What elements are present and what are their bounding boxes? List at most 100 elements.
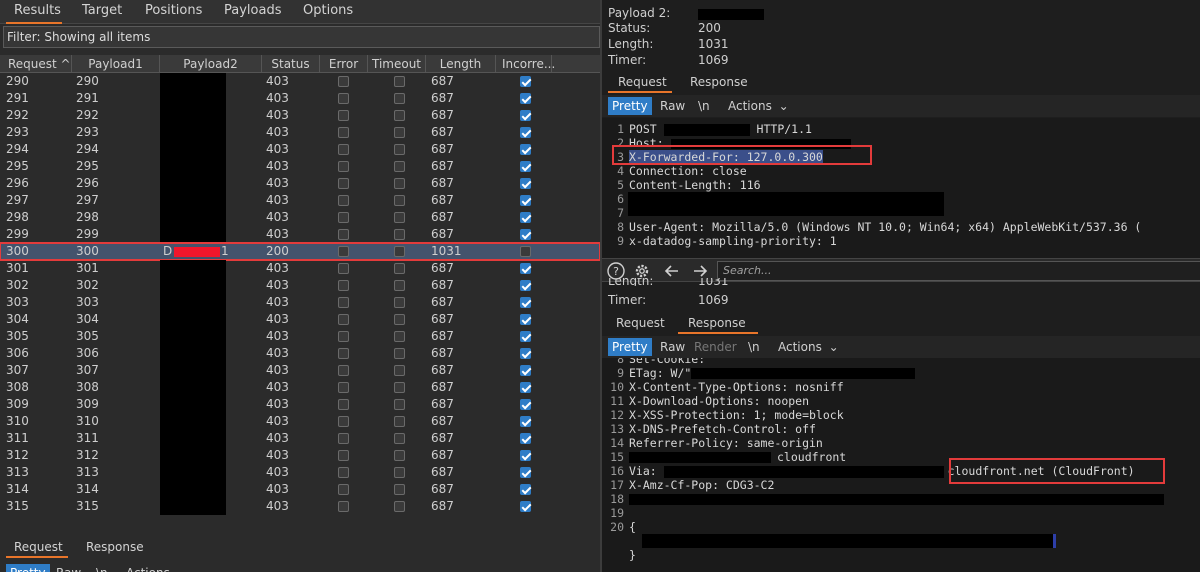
incorrect-checkbox[interactable]	[520, 382, 531, 393]
table-row[interactable]: 311 311 403 687	[0, 430, 600, 447]
error-checkbox[interactable]	[338, 348, 349, 359]
timeout-checkbox[interactable]	[394, 144, 405, 155]
error-checkbox[interactable]	[338, 501, 349, 512]
table-row[interactable]: 302 302 403 687	[0, 277, 600, 294]
timeout-checkbox[interactable]	[394, 110, 405, 121]
timeout-checkbox[interactable]	[394, 382, 405, 393]
request-pretty-button[interactable]: Pretty	[608, 97, 652, 115]
table-row[interactable]: 303 303 403 687	[0, 294, 600, 311]
timeout-checkbox[interactable]	[394, 433, 405, 444]
column-status[interactable]: Status	[262, 55, 320, 73]
table-row[interactable]: 294 294 403 687	[0, 141, 600, 158]
table-row[interactable]: 295 295 403 687	[0, 158, 600, 175]
error-checkbox[interactable]	[338, 246, 349, 257]
incorrect-checkbox[interactable]	[520, 280, 531, 291]
timeout-checkbox[interactable]	[394, 263, 405, 274]
error-checkbox[interactable]	[338, 331, 349, 342]
incorrect-checkbox[interactable]	[520, 246, 531, 257]
left-raw-button[interactable]: Raw	[52, 564, 85, 572]
incorrect-checkbox[interactable]	[520, 127, 531, 138]
timeout-checkbox[interactable]	[394, 76, 405, 87]
request-code-editor[interactable]: 1 POST HTTP/1.1 2 Host: 3 X-Forwarded-For: 1…	[602, 118, 1200, 258]
error-checkbox[interactable]	[338, 212, 349, 223]
search-input[interactable]: Search...	[717, 261, 1200, 281]
left-actions-button[interactable]: Actions	[122, 564, 174, 572]
table-row[interactable]: 298 298 403 687	[0, 209, 600, 226]
tab-options[interactable]: Options	[303, 0, 353, 24]
timeout-checkbox[interactable]	[394, 246, 405, 257]
incorrect-checkbox[interactable]	[520, 110, 531, 121]
timeout-checkbox[interactable]	[394, 365, 405, 376]
error-checkbox[interactable]	[338, 263, 349, 274]
table-row[interactable]: 315 315 403 687	[0, 498, 600, 515]
error-checkbox[interactable]	[338, 93, 349, 104]
incorrect-checkbox[interactable]	[520, 314, 531, 325]
error-checkbox[interactable]	[338, 433, 349, 444]
timeout-checkbox[interactable]	[394, 178, 405, 189]
table-row[interactable]: 290 290 403 687	[0, 73, 600, 90]
timeout-checkbox[interactable]	[394, 297, 405, 308]
column-length[interactable]: Length	[426, 55, 496, 73]
incorrect-checkbox[interactable]	[520, 348, 531, 359]
filter-bar[interactable]: Filter: Showing all items	[3, 26, 600, 48]
incorrect-checkbox[interactable]	[520, 93, 531, 104]
table-row[interactable]: 306 306 403 687	[0, 345, 600, 362]
table-row[interactable]: 292 292 403 687	[0, 107, 600, 124]
incorrect-checkbox[interactable]	[520, 263, 531, 274]
error-checkbox[interactable]	[338, 382, 349, 393]
incorrect-checkbox[interactable]	[520, 76, 531, 87]
timeout-checkbox[interactable]	[394, 127, 405, 138]
error-checkbox[interactable]	[338, 416, 349, 427]
table-row[interactable]: 314 314 403 687	[0, 481, 600, 498]
column-payload2[interactable]: Payload2	[160, 55, 262, 73]
timeout-checkbox[interactable]	[394, 195, 405, 206]
left-pretty-button[interactable]: Pretty	[6, 564, 50, 572]
table-row[interactable]: 297 297 403 687	[0, 192, 600, 209]
timeout-checkbox[interactable]	[394, 416, 405, 427]
request-actions-button[interactable]: Actions ⌄	[724, 97, 793, 115]
timeout-checkbox[interactable]	[394, 229, 405, 240]
response-actions-button[interactable]: Actions ⌄	[774, 338, 843, 356]
left-tab-request[interactable]: Request	[6, 538, 68, 558]
incorrect-checkbox[interactable]	[520, 331, 531, 342]
error-checkbox[interactable]	[338, 229, 349, 240]
incorrect-checkbox[interactable]	[520, 365, 531, 376]
timeout-checkbox[interactable]	[394, 399, 405, 410]
response-tab[interactable]: Response	[690, 73, 748, 93]
table-row[interactable]: 309 309 403 687	[0, 396, 600, 413]
column-request[interactable]: Request ^	[0, 55, 72, 73]
error-checkbox[interactable]	[338, 195, 349, 206]
error-checkbox[interactable]	[338, 110, 349, 121]
timeout-checkbox[interactable]	[394, 450, 405, 461]
incorrect-checkbox[interactable]	[520, 416, 531, 427]
error-checkbox[interactable]	[338, 365, 349, 376]
incorrect-checkbox[interactable]	[520, 212, 531, 223]
timeout-checkbox[interactable]	[394, 212, 405, 223]
table-row[interactable]: 299 299 403 687	[0, 226, 600, 243]
incorrect-checkbox[interactable]	[520, 467, 531, 478]
incorrect-checkbox[interactable]	[520, 297, 531, 308]
incorrect-checkbox[interactable]	[520, 161, 531, 172]
timeout-checkbox[interactable]	[394, 314, 405, 325]
incorrect-checkbox[interactable]	[520, 195, 531, 206]
response-render-button[interactable]: Render	[690, 338, 741, 356]
table-row[interactable]: 296 296 403 687	[0, 175, 600, 192]
column-incorrect[interactable]: Incorre...	[496, 55, 555, 73]
arrow-left-icon[interactable]	[662, 262, 682, 280]
error-checkbox[interactable]	[338, 178, 349, 189]
table-row[interactable]: 293 293 403 687	[0, 124, 600, 141]
request-tab[interactable]: Request	[608, 73, 672, 93]
table-row[interactable]: 301 301 403 687	[0, 260, 600, 277]
error-checkbox[interactable]	[338, 399, 349, 410]
error-checkbox[interactable]	[338, 484, 349, 495]
lower-response-tab[interactable]: Response	[678, 314, 758, 334]
error-checkbox[interactable]	[338, 280, 349, 291]
response-raw-button[interactable]: Raw	[656, 338, 689, 356]
incorrect-checkbox[interactable]	[520, 399, 531, 410]
timeout-checkbox[interactable]	[394, 331, 405, 342]
error-checkbox[interactable]	[338, 161, 349, 172]
tab-positions[interactable]: Positions	[145, 0, 202, 24]
tab-payloads[interactable]: Payloads	[224, 0, 281, 24]
response-pretty-button[interactable]: Pretty	[608, 338, 652, 356]
incorrect-checkbox[interactable]	[520, 229, 531, 240]
